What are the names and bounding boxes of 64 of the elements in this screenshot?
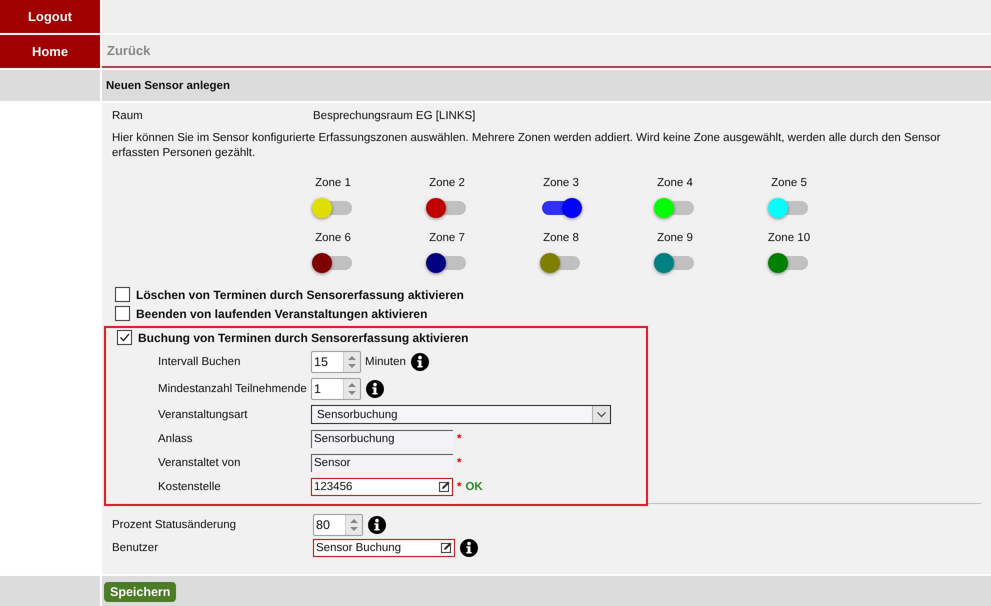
event-type-select[interactable]: Sensorbuchung <box>311 405 611 424</box>
checkbox-label: Buchung von Terminen durch Sensorerfassung aktivieren <box>138 330 469 344</box>
required-mark: * <box>457 480 462 492</box>
required-mark: * <box>457 432 462 444</box>
info-icon[interactable] <box>460 538 478 556</box>
text-field[interactable]: Sensorbuchung <box>311 430 453 448</box>
lookup-field[interactable]: Sensor Buchung <box>313 538 455 556</box>
toggle-switch[interactable] <box>656 201 694 215</box>
toggle-switch[interactable] <box>770 201 808 215</box>
home-button[interactable]: Home <box>0 35 100 68</box>
section-title: Neuen Sensor anlegen <box>102 70 991 101</box>
edit-icon[interactable] <box>439 481 450 492</box>
spinner-arrows-icon[interactable] <box>343 379 360 399</box>
spinner-arrows-icon[interactable] <box>345 515 362 535</box>
toggle-switch[interactable] <box>428 201 466 215</box>
toggle-switch[interactable] <box>314 256 352 270</box>
zone-label: Zone 5 <box>771 177 807 189</box>
zone-label: Zone 6 <box>315 232 351 244</box>
toggle-switch[interactable] <box>542 201 580 215</box>
checkbox-label: Beenden von laufenden Veranstaltungen aktivieren <box>136 306 428 320</box>
field-label: Intervall Buchen <box>158 356 242 368</box>
checkbox[interactable] <box>115 287 130 302</box>
zone-label: Zone 3 <box>543 177 579 189</box>
lookup-field[interactable]: 123456 <box>311 478 453 496</box>
room-value: Besprechungsraum EG [LINKS] <box>313 110 476 122</box>
zone-label: Zone 8 <box>543 232 579 244</box>
status-label: OK <box>465 480 483 492</box>
field-label: Kostenstelle <box>158 480 222 492</box>
checkbox[interactable] <box>115 306 130 321</box>
field-label: Veranstaltet von <box>158 456 242 468</box>
field-label: Raum <box>112 110 144 122</box>
number-field[interactable]: 80 <box>313 514 363 536</box>
field-label: Benutzer <box>112 542 160 554</box>
zone-label: Zone 7 <box>429 232 465 244</box>
checkbox[interactable] <box>117 330 132 345</box>
zone-label: Zone 10 <box>768 232 810 244</box>
number-field[interactable]: 15 <box>311 351 361 373</box>
spinner-arrows-icon[interactable] <box>343 352 360 372</box>
unit-label: Minuten <box>365 356 406 368</box>
zone-label: Zone 9 <box>657 232 693 244</box>
toggle-switch[interactable] <box>770 256 808 270</box>
chevron-down-icon[interactable] <box>592 406 610 423</box>
field-label: Prozent Statusänderung <box>112 519 238 531</box>
save-button[interactable]: Speichern <box>104 582 176 602</box>
edit-icon[interactable] <box>441 542 452 553</box>
info-icon[interactable] <box>368 516 386 534</box>
info-icon[interactable] <box>366 380 384 398</box>
checkbox-label: Löschen von Terminen durch Sensorerfassung aktivieren <box>136 288 464 302</box>
toggle-switch[interactable] <box>542 256 580 270</box>
toggle-switch[interactable] <box>656 256 694 270</box>
zone-label: Zone 2 <box>429 177 465 189</box>
toggle-switch[interactable] <box>314 201 352 215</box>
info-icon[interactable] <box>410 353 429 371</box>
field-label: Mindestanzahl Teilnehmende <box>158 383 308 395</box>
field-label: Veranstaltungsart <box>158 408 249 420</box>
logout-button[interactable]: Logout <box>0 0 100 33</box>
number-field[interactable]: 1 <box>311 378 361 400</box>
field-label: Anlass <box>158 432 194 444</box>
text-field[interactable]: Sensor <box>311 454 453 472</box>
required-mark: * <box>457 456 462 468</box>
zone-label: Zone 4 <box>657 177 693 189</box>
zone-label: Zone 1 <box>315 177 351 189</box>
hint-text: Hier können Sie im Sensor konfigurierte Erfassungszonen auswählen. Mehrere Zonen werden addiert. Wird keine Zone ausgewählt, werden alle durch den Sensor erfassten Personen gezählt. <box>112 131 942 161</box>
toggle-switch[interactable] <box>428 256 466 270</box>
